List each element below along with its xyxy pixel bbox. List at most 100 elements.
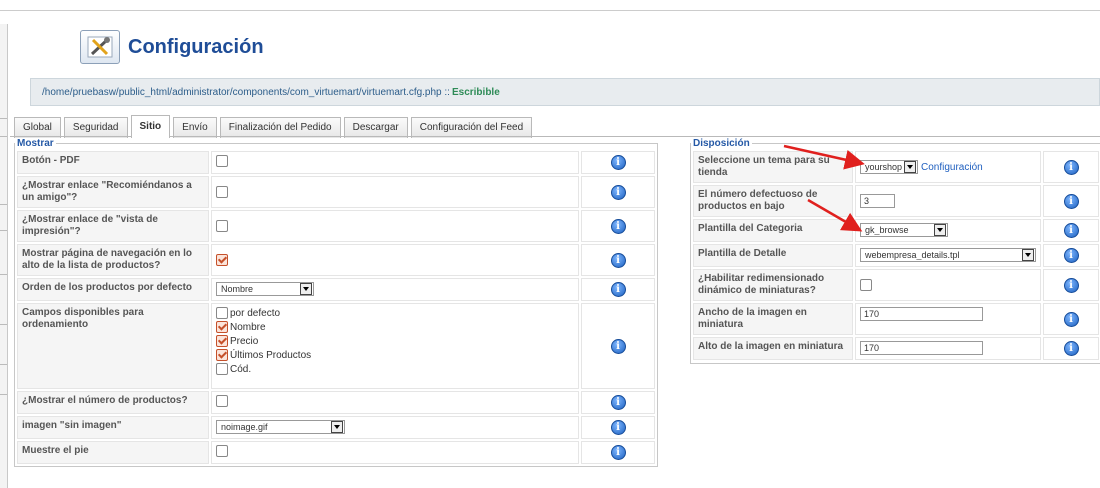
table-row: El número defectuoso de productos en baj… <box>693 185 1099 217</box>
tab-global[interactable]: Global <box>14 117 61 138</box>
row-info: i <box>1043 269 1099 301</box>
row-control: Nombre <box>211 278 579 301</box>
option-label: Precio <box>230 336 259 347</box>
print-view-checkbox[interactable] <box>216 220 228 232</box>
pdf-button-checkbox[interactable] <box>216 155 228 167</box>
row-label: Campos disponibles para ordenamiento <box>17 303 209 389</box>
row-info: i <box>1043 219 1099 242</box>
annotation-arrows <box>783 144 865 232</box>
path-text: /home/pruebasw/public_html/administrator… <box>42 86 450 98</box>
row-control <box>211 391 579 414</box>
row-info: i <box>1043 185 1099 217</box>
detail-template-select[interactable]: webempresa_details.tpl <box>860 248 1036 262</box>
info-icon[interactable]: i <box>610 282 626 297</box>
row-control: 3 <box>855 185 1041 217</box>
row-control <box>211 210 579 242</box>
select-value: Nombre <box>221 284 254 294</box>
row-info: i <box>581 391 655 414</box>
option: Nombre <box>216 321 574 335</box>
row-label: Orden de los productos por defecto <box>17 278 209 301</box>
info-icon[interactable]: i <box>610 420 626 435</box>
row-info: i <box>581 176 655 208</box>
top-divider <box>0 10 1100 11</box>
sort-sku-checkbox[interactable] <box>216 363 228 376</box>
row-label: Ancho de la imagen en miniatura <box>693 303 853 335</box>
sort-default-checkbox[interactable] <box>216 307 228 320</box>
thumb-height-input[interactable]: 170 <box>860 341 983 355</box>
table-row: Botón - PDF i <box>17 151 655 174</box>
footer-checkbox[interactable] <box>216 445 228 457</box>
info-icon[interactable]: i <box>610 218 626 234</box>
mostrar-table: Botón - PDF i ¿Mostrar enlace "Recomiénd… <box>15 149 657 466</box>
option-label: Últimos Productos <box>230 350 312 361</box>
row-control <box>211 244 579 276</box>
disposicion-table: Seleccione un tema para su tienda yoursh… <box>691 149 1100 362</box>
table-row: ¿Habilitar redimensionado dinámico de mi… <box>693 269 1099 301</box>
sort-latest-checkbox[interactable] <box>216 349 228 362</box>
option: por defecto <box>216 307 574 321</box>
row-control: noimage.gif <box>211 416 579 439</box>
info-icon[interactable]: i <box>1063 311 1079 327</box>
table-row: Orden de los productos por defecto Nombr… <box>17 278 655 301</box>
mostrar-legend: Mostrar <box>17 138 54 149</box>
product-count-checkbox[interactable] <box>216 395 228 407</box>
row-info: i <box>581 278 655 301</box>
info-icon[interactable]: i <box>1063 223 1079 238</box>
theme-config-link[interactable]: Configuración <box>921 162 983 173</box>
row-control: 170 <box>855 337 1041 360</box>
row-label: ¿Habilitar redimensionado dinámico de mi… <box>693 269 853 301</box>
chevron-down-icon <box>331 421 343 433</box>
info-icon[interactable]: i <box>1063 159 1079 175</box>
tab-divider <box>10 136 1100 137</box>
row-label: Mostrar página de navegación en lo alto … <box>17 244 209 276</box>
config-tools-icon <box>80 30 120 64</box>
tab-configuracion-feed[interactable]: Configuración del Feed <box>410 117 533 138</box>
tab-finalizacion-pedido[interactable]: Finalización del Pedido <box>219 117 341 138</box>
tab-seguridad[interactable]: Seguridad <box>63 117 128 138</box>
row-control <box>211 151 579 174</box>
row-control: gk_browse <box>855 219 1041 242</box>
table-row: Mostrar página de navegación en lo alto … <box>17 244 655 276</box>
table-row: Campos disponibles para ordenamiento por… <box>17 303 655 389</box>
row-label: Alto de la imagen en miniatura <box>693 337 853 360</box>
table-row: ¿Mostrar enlace "Recomiéndanos a un amig… <box>17 176 655 208</box>
info-icon[interactable]: i <box>610 252 626 268</box>
info-icon[interactable]: i <box>1063 248 1079 263</box>
tab-descargar[interactable]: Descargar <box>343 117 408 138</box>
info-icon[interactable]: i <box>610 338 626 354</box>
select-value: webempresa_details.tpl <box>865 250 960 260</box>
navigation-checkbox[interactable] <box>216 254 228 266</box>
option-label: Cód. <box>230 364 252 375</box>
arrow-to-theme-select <box>783 144 865 170</box>
tab-sitio[interactable]: Sitio <box>130 115 171 138</box>
row-control: 170 <box>855 303 1041 335</box>
mostrar-fieldset: Mostrar Botón - PDF i ¿Mostrar enlace "R… <box>14 138 658 467</box>
no-image-select[interactable]: noimage.gif <box>216 420 345 434</box>
config-file-path: /home/pruebasw/public_html/administrator… <box>30 78 1100 106</box>
tab-envio[interactable]: Envío <box>173 117 217 138</box>
table-row: Muestre el pie i <box>17 441 655 464</box>
sort-name-checkbox[interactable] <box>216 321 228 334</box>
table-row: Alto de la imagen en miniatura 170 i <box>693 337 1099 360</box>
chevron-down-icon <box>1022 249 1034 261</box>
info-icon[interactable]: i <box>610 184 626 200</box>
table-row: Plantilla de Detalle webempresa_details.… <box>693 244 1099 267</box>
info-icon[interactable]: i <box>610 155 626 170</box>
row-info: i <box>581 151 655 174</box>
left-sidebar-strip <box>0 24 8 488</box>
info-icon[interactable]: i <box>1063 341 1079 356</box>
row-info: i <box>1043 151 1099 183</box>
row-control: yourshop Configuración <box>855 151 1041 183</box>
info-icon[interactable]: i <box>610 395 626 410</box>
dynamic-resize-checkbox[interactable] <box>860 279 872 291</box>
info-icon[interactable]: i <box>610 445 626 460</box>
sort-price-checkbox[interactable] <box>216 335 228 348</box>
row-info: i <box>1043 244 1099 267</box>
table-row: ¿Mostrar el número de productos? i <box>17 391 655 414</box>
info-icon[interactable]: i <box>1063 193 1079 209</box>
default-order-select[interactable]: Nombre <box>216 282 314 296</box>
select-value: noimage.gif <box>221 422 268 432</box>
info-icon[interactable]: i <box>1063 277 1079 293</box>
thumb-width-input[interactable]: 170 <box>860 307 983 321</box>
recommend-link-checkbox[interactable] <box>216 186 228 198</box>
